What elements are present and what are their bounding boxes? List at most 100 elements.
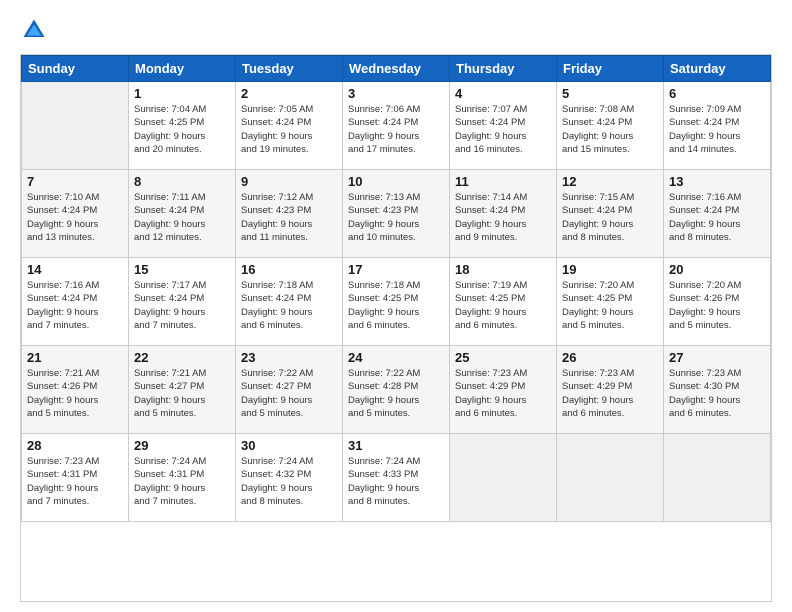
calendar-cell: 19 Sunrise: 7:20 AM Sunset: 4:25 PM Dayli… xyxy=(557,258,664,346)
calendar-cell: 22 Sunrise: 7:21 AM Sunset: 4:27 PM Dayli… xyxy=(129,346,236,434)
day-info: Sunrise: 7:24 AM Sunset: 4:31 PM Dayligh… xyxy=(134,455,230,508)
day-number: 5 xyxy=(562,86,658,101)
day-number: 4 xyxy=(455,86,551,101)
day-number: 8 xyxy=(134,174,230,189)
calendar-cell: 23 Sunrise: 7:22 AM Sunset: 4:27 PM Dayli… xyxy=(236,346,343,434)
day-info: Sunrise: 7:24 AM Sunset: 4:33 PM Dayligh… xyxy=(348,455,444,508)
day-info: Sunrise: 7:07 AM Sunset: 4:24 PM Dayligh… xyxy=(455,103,551,156)
day-number: 12 xyxy=(562,174,658,189)
calendar-cell: 7 Sunrise: 7:10 AM Sunset: 4:24 PM Daylig… xyxy=(22,170,129,258)
calendar-cell xyxy=(557,434,664,522)
calendar-cell: 28Sunrise: 7:23 AM Sunset: 4:31 PM Dayli… xyxy=(22,434,129,522)
day-info: Sunrise: 7:05 AM Sunset: 4:24 PM Dayligh… xyxy=(241,103,337,156)
day-info: Sunrise: 7:23 AM Sunset: 4:29 PM Dayligh… xyxy=(455,367,551,420)
day-info: Sunrise: 7:09 AM Sunset: 4:24 PM Dayligh… xyxy=(669,103,765,156)
day-header-wednesday: Wednesday xyxy=(343,56,450,82)
calendar-cell: 26Sunrise: 7:23 AM Sunset: 4:29 PM Dayli… xyxy=(557,346,664,434)
calendar-cell xyxy=(664,434,771,522)
calendar-cell: 6 Sunrise: 7:09 AM Sunset: 4:24 PM Daylig… xyxy=(664,82,771,170)
day-number: 3 xyxy=(348,86,444,101)
day-header-tuesday: Tuesday xyxy=(236,56,343,82)
day-info: Sunrise: 7:13 AM Sunset: 4:23 PM Dayligh… xyxy=(348,191,444,244)
calendar-cell: 29 Sunrise: 7:24 AM Sunset: 4:31 PM Dayli… xyxy=(129,434,236,522)
day-info: Sunrise: 7:12 AM Sunset: 4:23 PM Dayligh… xyxy=(241,191,337,244)
day-info: Sunrise: 7:20 AM Sunset: 4:26 PM Dayligh… xyxy=(669,279,765,332)
calendar-cell: 1Sunrise: 7:04 AM Sunset: 4:25 PM Daylig… xyxy=(129,82,236,170)
header xyxy=(20,16,772,44)
day-info: Sunrise: 7:24 AM Sunset: 4:32 PM Dayligh… xyxy=(241,455,337,508)
day-number: 23 xyxy=(241,350,337,365)
calendar-cell: 21 Sunrise: 7:21 AM Sunset: 4:26 PM Dayli… xyxy=(22,346,129,434)
calendar-cell: 14 Sunrise: 7:16 AM Sunset: 4:24 PM Dayli… xyxy=(22,258,129,346)
day-header-friday: Friday xyxy=(557,56,664,82)
day-number: 19 xyxy=(562,262,658,277)
day-info: Sunrise: 7:15 AM Sunset: 4:24 PM Dayligh… xyxy=(562,191,658,244)
calendar-cell: 8 Sunrise: 7:11 AM Sunset: 4:24 PM Daylig… xyxy=(129,170,236,258)
day-info: Sunrise: 7:16 AM Sunset: 4:24 PM Dayligh… xyxy=(669,191,765,244)
calendar-cell: 11 Sunrise: 7:14 AM Sunset: 4:24 PM Dayli… xyxy=(450,170,557,258)
day-number: 29 xyxy=(134,438,230,453)
calendar-cell: 5 Sunrise: 7:08 AM Sunset: 4:24 PM Daylig… xyxy=(557,82,664,170)
day-info: Sunrise: 7:16 AM Sunset: 4:24 PM Dayligh… xyxy=(27,279,123,332)
calendar-body: 1Sunrise: 7:04 AM Sunset: 4:25 PM Daylig… xyxy=(22,82,771,522)
day-info: Sunrise: 7:08 AM Sunset: 4:24 PM Dayligh… xyxy=(562,103,658,156)
calendar-cell: 9 Sunrise: 7:12 AM Sunset: 4:23 PM Daylig… xyxy=(236,170,343,258)
calendar-week-2: 7 Sunrise: 7:10 AM Sunset: 4:24 PM Daylig… xyxy=(22,170,771,258)
calendar-cell: 2Sunrise: 7:05 AM Sunset: 4:24 PM Daylig… xyxy=(236,82,343,170)
calendar: SundayMondayTuesdayWednesdayThursdayFrid… xyxy=(20,54,772,602)
calendar-cell: 4 Sunrise: 7:07 AM Sunset: 4:24 PM Daylig… xyxy=(450,82,557,170)
day-number: 22 xyxy=(134,350,230,365)
calendar-cell: 31Sunrise: 7:24 AM Sunset: 4:33 PM Dayli… xyxy=(343,434,450,522)
calendar-cell: 27 Sunrise: 7:23 AM Sunset: 4:30 PM Dayli… xyxy=(664,346,771,434)
calendar-cell: 10 Sunrise: 7:13 AM Sunset: 4:23 PM Dayli… xyxy=(343,170,450,258)
day-number: 7 xyxy=(27,174,123,189)
day-number: 30 xyxy=(241,438,337,453)
day-number: 16 xyxy=(241,262,337,277)
day-header-thursday: Thursday xyxy=(450,56,557,82)
calendar-cell xyxy=(22,82,129,170)
calendar-cell: 15Sunrise: 7:17 AM Sunset: 4:24 PM Dayli… xyxy=(129,258,236,346)
day-info: Sunrise: 7:21 AM Sunset: 4:27 PM Dayligh… xyxy=(134,367,230,420)
day-info: Sunrise: 7:23 AM Sunset: 4:29 PM Dayligh… xyxy=(562,367,658,420)
calendar-cell: 12 Sunrise: 7:15 AM Sunset: 4:24 PM Dayli… xyxy=(557,170,664,258)
calendar-week-1: 1Sunrise: 7:04 AM Sunset: 4:25 PM Daylig… xyxy=(22,82,771,170)
calendar-cell: 25Sunrise: 7:23 AM Sunset: 4:29 PM Dayli… xyxy=(450,346,557,434)
calendar-cell: 18 Sunrise: 7:19 AM Sunset: 4:25 PM Dayli… xyxy=(450,258,557,346)
calendar-cell: 20 Sunrise: 7:20 AM Sunset: 4:26 PM Dayli… xyxy=(664,258,771,346)
day-info: Sunrise: 7:21 AM Sunset: 4:26 PM Dayligh… xyxy=(27,367,123,420)
day-info: Sunrise: 7:06 AM Sunset: 4:24 PM Dayligh… xyxy=(348,103,444,156)
day-info: Sunrise: 7:10 AM Sunset: 4:24 PM Dayligh… xyxy=(27,191,123,244)
day-number: 10 xyxy=(348,174,444,189)
day-number: 15 xyxy=(134,262,230,277)
day-header-saturday: Saturday xyxy=(664,56,771,82)
day-number: 21 xyxy=(27,350,123,365)
day-number: 20 xyxy=(669,262,765,277)
day-header-monday: Monday xyxy=(129,56,236,82)
calendar-week-4: 21 Sunrise: 7:21 AM Sunset: 4:26 PM Dayli… xyxy=(22,346,771,434)
day-number: 18 xyxy=(455,262,551,277)
page: SundayMondayTuesdayWednesdayThursdayFrid… xyxy=(0,0,792,612)
calendar-cell: 13Sunrise: 7:16 AM Sunset: 4:24 PM Dayli… xyxy=(664,170,771,258)
day-number: 14 xyxy=(27,262,123,277)
day-info: Sunrise: 7:18 AM Sunset: 4:24 PM Dayligh… xyxy=(241,279,337,332)
logo-icon xyxy=(20,16,48,44)
calendar-cell: 17Sunrise: 7:18 AM Sunset: 4:25 PM Dayli… xyxy=(343,258,450,346)
day-info: Sunrise: 7:20 AM Sunset: 4:25 PM Dayligh… xyxy=(562,279,658,332)
calendar-cell xyxy=(450,434,557,522)
day-info: Sunrise: 7:11 AM Sunset: 4:24 PM Dayligh… xyxy=(134,191,230,244)
day-number: 9 xyxy=(241,174,337,189)
day-info: Sunrise: 7:22 AM Sunset: 4:27 PM Dayligh… xyxy=(241,367,337,420)
day-number: 27 xyxy=(669,350,765,365)
day-info: Sunrise: 7:19 AM Sunset: 4:25 PM Dayligh… xyxy=(455,279,551,332)
day-number: 6 xyxy=(669,86,765,101)
calendar-header-row: SundayMondayTuesdayWednesdayThursdayFrid… xyxy=(22,56,771,82)
calendar-week-5: 28Sunrise: 7:23 AM Sunset: 4:31 PM Dayli… xyxy=(22,434,771,522)
day-info: Sunrise: 7:14 AM Sunset: 4:24 PM Dayligh… xyxy=(455,191,551,244)
day-number: 17 xyxy=(348,262,444,277)
day-number: 11 xyxy=(455,174,551,189)
day-number: 28 xyxy=(27,438,123,453)
calendar-cell: 16 Sunrise: 7:18 AM Sunset: 4:24 PM Dayli… xyxy=(236,258,343,346)
day-info: Sunrise: 7:23 AM Sunset: 4:30 PM Dayligh… xyxy=(669,367,765,420)
calendar-cell: 3 Sunrise: 7:06 AM Sunset: 4:24 PM Daylig… xyxy=(343,82,450,170)
day-info: Sunrise: 7:22 AM Sunset: 4:28 PM Dayligh… xyxy=(348,367,444,420)
